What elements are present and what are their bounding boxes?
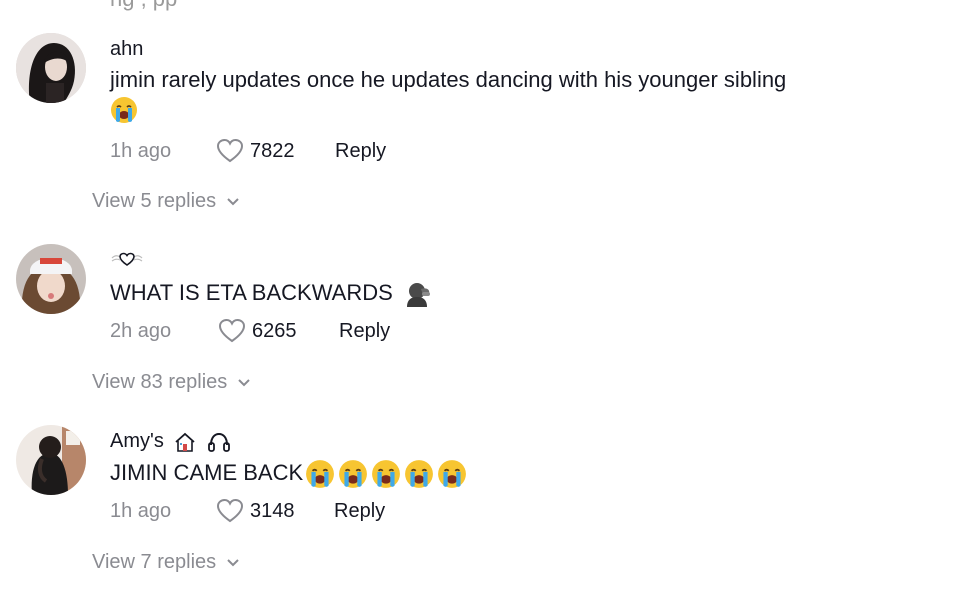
avatar[interactable] xyxy=(16,33,86,103)
heart-with-wings-icon xyxy=(111,252,143,266)
comment-text: JIMIN CAME BACK xyxy=(110,460,304,485)
username-icon-wrap[interactable] xyxy=(110,250,144,273)
like-button[interactable]: 7822 xyxy=(216,138,295,164)
heart-icon xyxy=(218,318,246,343)
loudly-crying-face-icon xyxy=(405,460,434,489)
comment-time: 1h ago xyxy=(110,140,172,162)
like-button[interactable]: 6265 xyxy=(218,318,297,344)
loudly-crying-face-icon xyxy=(372,460,401,489)
comment-text-wrap: WHAT IS ETA BACKWARDS xyxy=(110,277,431,308)
like-button[interactable]: 3148 xyxy=(216,498,295,524)
heart-icon xyxy=(216,498,244,523)
heart-icon xyxy=(216,138,244,163)
comment-username: Amy's xyxy=(110,430,164,452)
comment-username[interactable]: ahn xyxy=(110,38,143,61)
username-wrap[interactable]: Amy's xyxy=(110,430,231,453)
crying-emoji xyxy=(110,96,138,124)
like-count: 6265 xyxy=(252,319,297,342)
view-replies-label: View 7 replies xyxy=(92,551,217,573)
comment-time: 1h ago xyxy=(110,500,172,522)
view-replies-label: View 5 replies xyxy=(92,190,217,212)
chevron-down-icon xyxy=(227,558,239,566)
like-count: 3148 xyxy=(250,499,295,522)
chevron-down-icon xyxy=(227,197,239,205)
comment-text-wrap: jimin rarely updates once he updates dan… xyxy=(110,64,786,95)
view-replies-label: View 83 replies xyxy=(92,371,228,393)
comment-text: jimin rarely updates once he updates dan… xyxy=(110,67,787,92)
like-count: 7822 xyxy=(250,139,295,162)
reply-button[interactable]: Reply xyxy=(335,140,386,163)
loudly-crying-face-icon xyxy=(438,460,467,489)
loudly-crying-face-icon xyxy=(306,460,335,489)
view-replies-button[interactable]: View 5 replies xyxy=(92,190,240,213)
view-replies-button[interactable]: View 83 replies xyxy=(92,371,251,394)
person-face-palm-icon xyxy=(406,283,430,308)
crying-emoji-row xyxy=(303,460,467,489)
comment-time: 2h ago xyxy=(110,320,172,342)
house-icon xyxy=(175,432,195,452)
loudly-crying-face-icon xyxy=(339,460,368,489)
avatar[interactable] xyxy=(16,425,86,495)
comment-text-wrap: JIMIN CAME BACK xyxy=(110,457,467,489)
headphones-icon xyxy=(208,432,230,452)
avatar[interactable] xyxy=(16,244,86,314)
chevron-down-icon xyxy=(238,378,250,386)
reply-button[interactable]: Reply xyxy=(334,500,385,523)
partial-header-text: ng , pp xyxy=(110,0,177,12)
comment-text: WHAT IS ETA BACKWARDS xyxy=(110,280,393,305)
view-replies-button[interactable]: View 7 replies xyxy=(92,551,240,574)
reply-button[interactable]: Reply xyxy=(339,320,390,343)
